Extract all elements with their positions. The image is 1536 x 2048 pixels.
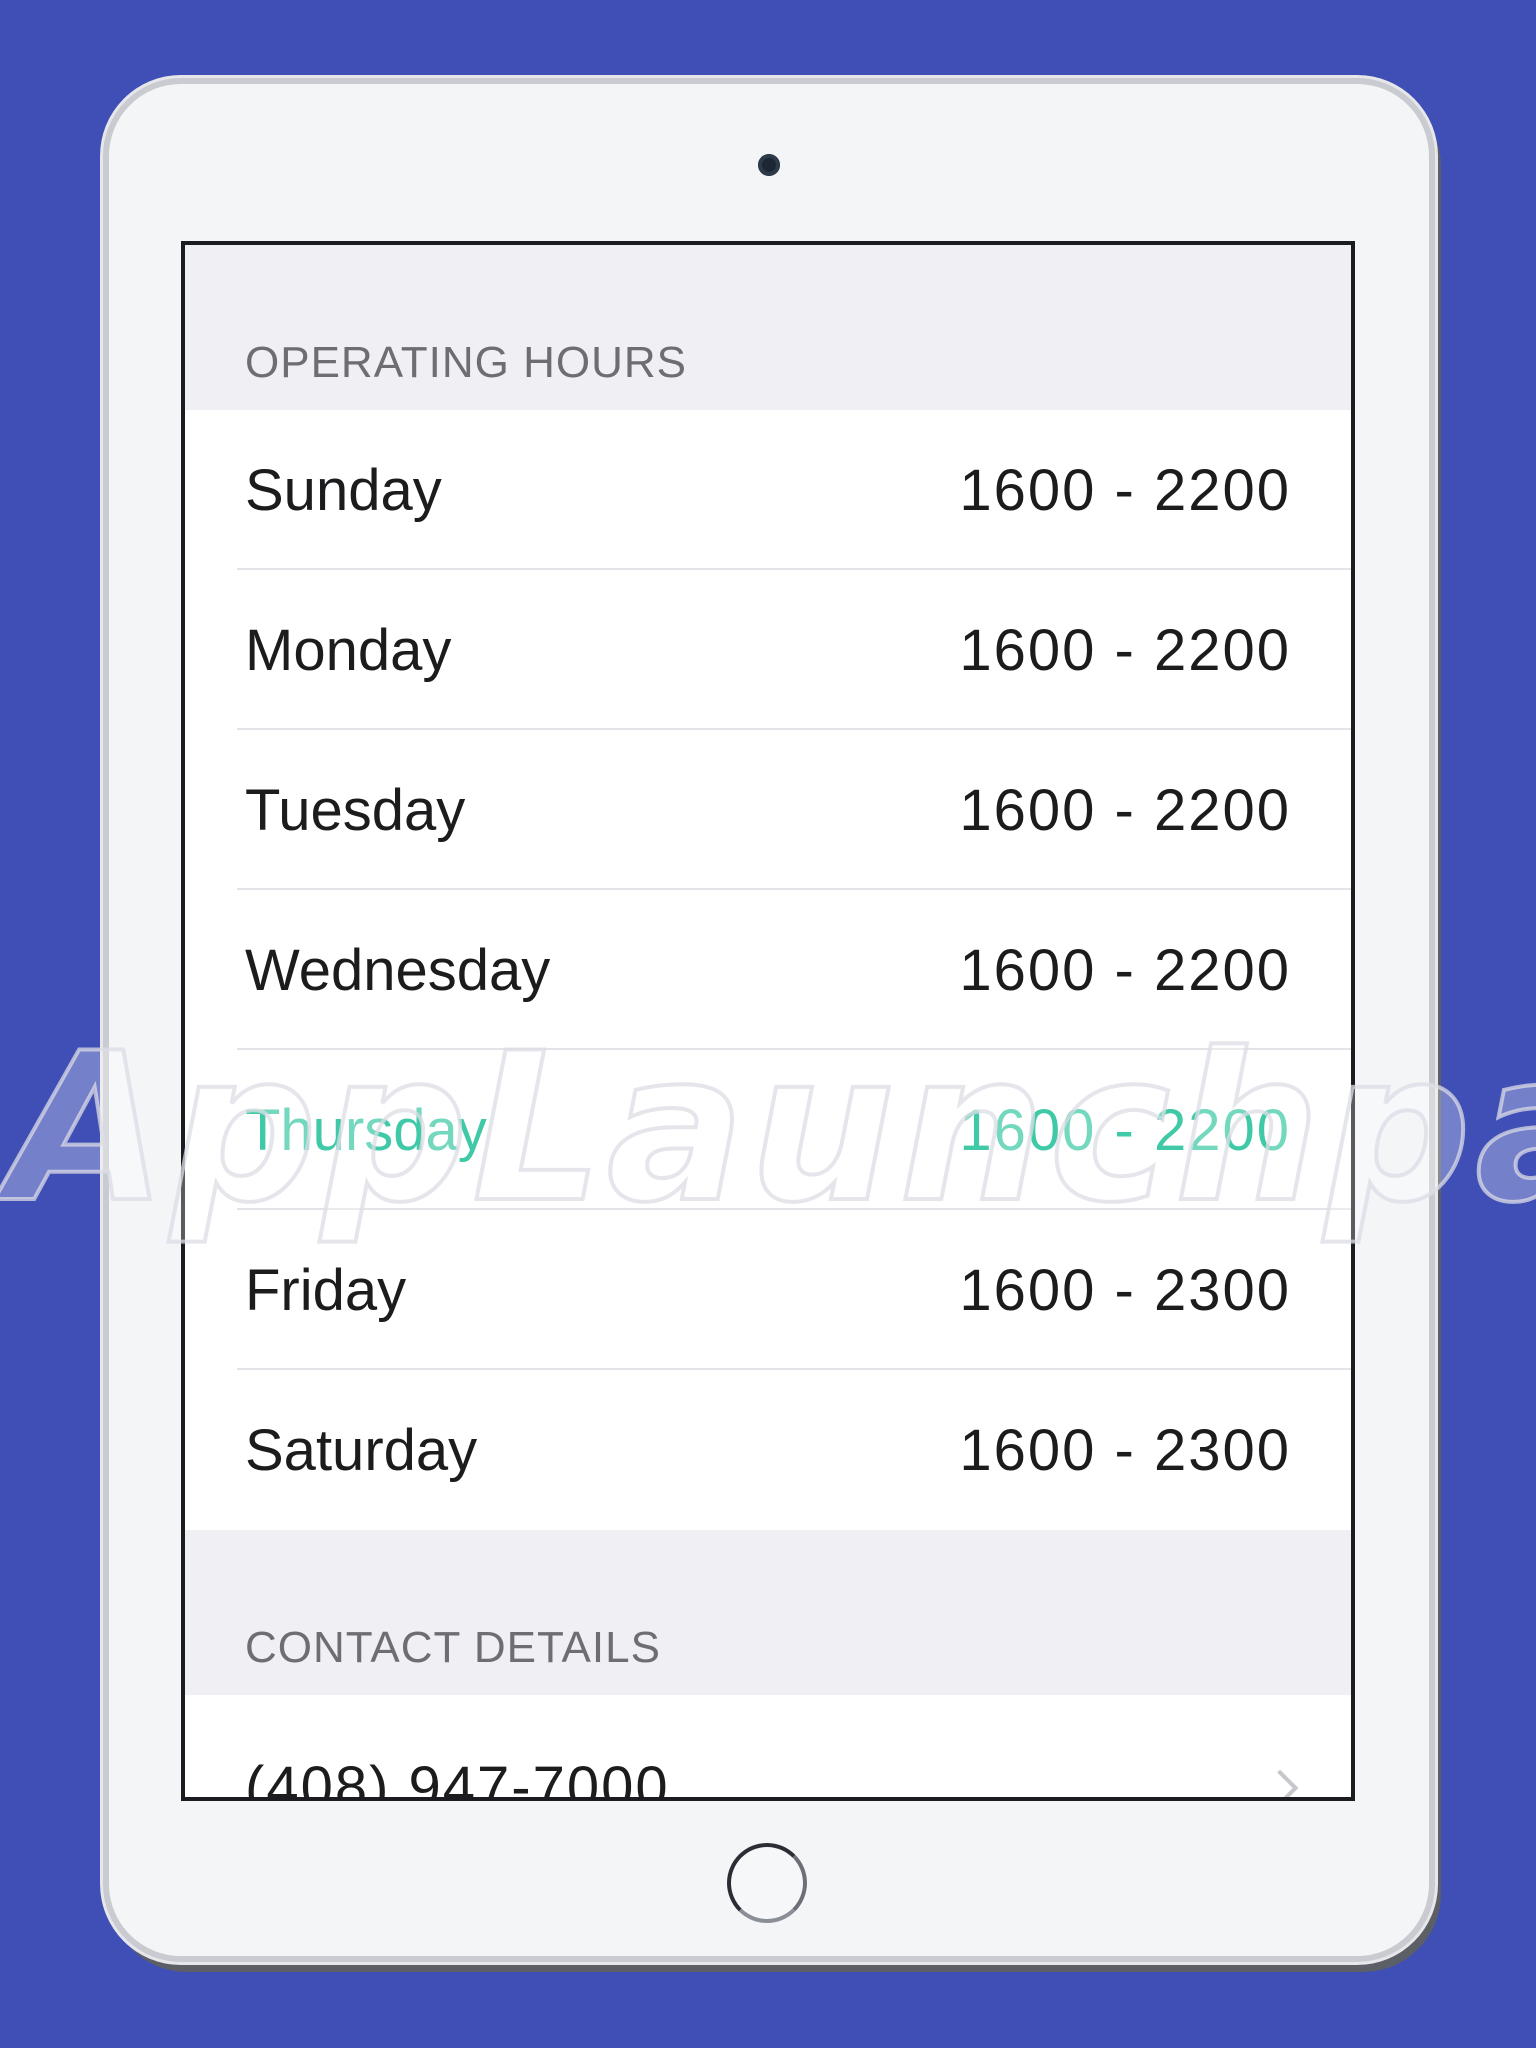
day-label: Wednesday [245,937,551,1003]
section-header-contact-details: CONTACT DETAILS [185,1530,1351,1695]
section-header-operating-hours: OPERATING HOURS [185,245,1351,410]
chevron-right-icon [1261,1769,1299,1797]
phone-row[interactable]: (408) 947-7000 [185,1695,1351,1797]
hours-value: 1600 - 2300 [959,1417,1291,1483]
operating-hours-list: Sunday 1600 - 2200 Monday 1600 - 2200 Tu… [185,410,1351,1530]
day-label: Saturday [245,1417,478,1483]
hours-value: 1600 - 2200 [959,937,1291,1003]
day-label: Tuesday [245,777,466,843]
hours-value: 1600 - 2200 [959,457,1291,523]
day-label: Thursday [245,1097,487,1163]
hours-row-wednesday[interactable]: Wednesday 1600 - 2200 [185,890,1351,1050]
section-header-label: CONTACT DETAILS [245,1623,661,1672]
hours-row-monday[interactable]: Monday 1600 - 2200 [185,570,1351,730]
hours-value: 1600 - 2200 [959,617,1291,683]
day-label: Sunday [245,457,442,523]
hours-value: 1600 - 2200 [959,1097,1291,1163]
day-label: Friday [245,1257,407,1323]
hours-row-friday[interactable]: Friday 1600 - 2300 [185,1210,1351,1370]
home-button[interactable] [727,1843,807,1923]
camera-icon [758,154,780,176]
hours-row-thursday[interactable]: Thursday 1600 - 2200 [185,1050,1351,1210]
hours-value: 1600 - 2300 [959,1257,1291,1323]
app-screen: OPERATING HOURS Sunday 1600 - 2200 Monda… [181,241,1355,1801]
hours-row-tuesday[interactable]: Tuesday 1600 - 2200 [185,730,1351,890]
phone-number[interactable]: (408) 947-7000 [245,1754,670,1797]
hours-row-saturday[interactable]: Saturday 1600 - 2300 [185,1370,1351,1530]
hours-row-sunday[interactable]: Sunday 1600 - 2200 [185,410,1351,570]
hours-value: 1600 - 2200 [959,777,1291,843]
section-header-label: OPERATING HOURS [245,338,688,387]
day-label: Monday [245,617,452,683]
